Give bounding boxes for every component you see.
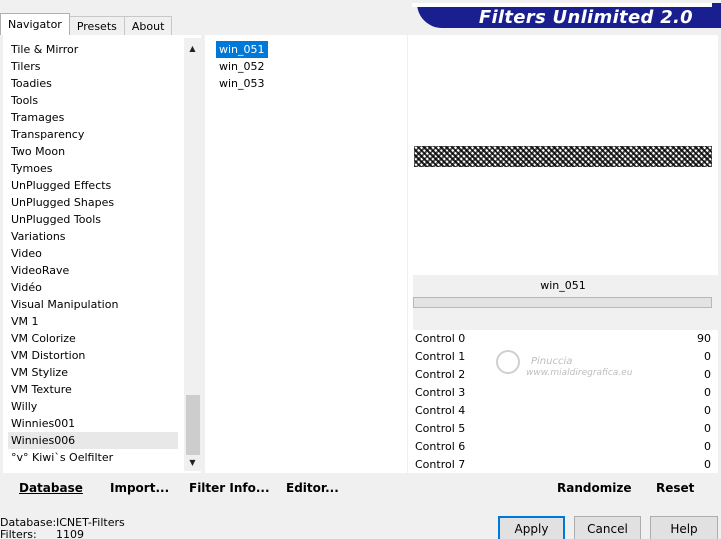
status-area: Database: ICNET-Filters Filters: 1109 [0, 517, 125, 539]
control-value[interactable]: 0 [704, 350, 711, 363]
filter-item[interactable]: win_051 [216, 41, 268, 58]
control-row[interactable]: Control 4 0 [413, 401, 713, 419]
category-item[interactable]: Tilers [8, 58, 178, 75]
filter-name-label: win_051 [540, 279, 586, 292]
control-value[interactable]: 0 [704, 458, 711, 471]
category-item[interactable]: Tramages [8, 109, 178, 126]
control-label: Control 1 [415, 349, 466, 363]
database-button-label: Database [19, 481, 83, 495]
filter-item[interactable]: win_053 [216, 75, 268, 92]
control-label: Control 4 [415, 403, 466, 417]
cancel-button[interactable]: Cancel [574, 516, 641, 539]
scroll-up-icon[interactable]: ▲ [184, 40, 201, 57]
category-item[interactable]: VM Texture [8, 381, 178, 398]
category-scrollbar[interactable]: ▲ ▼ [184, 38, 201, 471]
tab-bar: Navigator Presets About [0, 13, 173, 35]
category-item[interactable]: VM Stylize [8, 364, 178, 381]
control-label: Control 3 [415, 385, 466, 399]
tab-navigator[interactable]: Navigator [0, 13, 70, 35]
control-row[interactable]: Control 5 0 [413, 419, 713, 437]
control-value[interactable]: 0 [704, 386, 711, 399]
category-item[interactable]: Two Moon [8, 143, 178, 160]
import-button[interactable]: Import... [110, 481, 169, 495]
category-item[interactable]: Tools [8, 92, 178, 109]
filter-info-button[interactable]: Filter Info... [189, 481, 270, 495]
scroll-thumb[interactable] [186, 395, 200, 455]
filter-list: win_051 win_052 win_053 [216, 41, 268, 92]
category-item[interactable]: VideoRave [8, 262, 178, 279]
control-list: Control 0 90 Control 1 0 Control 2 0 Control 3… [413, 329, 713, 473]
category-item[interactable]: Willy [8, 398, 178, 415]
randomize-button[interactable]: Randomize [557, 481, 631, 495]
category-item[interactable]: VM Distortion [8, 347, 178, 364]
category-item[interactable]: UnPlugged Tools [8, 211, 178, 228]
category-item[interactable]: Transparency [8, 126, 178, 143]
control-label: Control 5 [415, 421, 466, 435]
category-item[interactable]: UnPlugged Shapes [8, 194, 178, 211]
category-item[interactable]: UnPlugged Effects [8, 177, 178, 194]
scroll-down-icon[interactable]: ▼ [184, 454, 201, 471]
title-banner: Filters Unlimited 2.0 [412, 3, 721, 28]
control-value[interactable]: 0 [704, 440, 711, 453]
control-label: Control 0 [415, 331, 466, 345]
control-label: Control 6 [415, 439, 466, 453]
tab-presets[interactable]: Presets [68, 16, 125, 35]
app-title: Filters Unlimited 2.0 [478, 7, 693, 28]
control-label: Control 2 [415, 367, 466, 381]
preview-panel: win_051 Control 0 90 Control 1 0 Control 20C… [408, 35, 718, 473]
category-item[interactable]: Winnies001 [8, 415, 178, 432]
control-row[interactable]: Control 6 0 [413, 437, 713, 455]
status-filters-value: 1109 [56, 528, 84, 539]
category-list: Tile & Mirror Tilers Toadies Tools Tramages T… [8, 41, 178, 466]
control-value[interactable]: 0 [704, 422, 711, 435]
reset-button[interactable]: Reset [656, 481, 694, 495]
help-button[interactable]: Help [650, 516, 718, 539]
category-item[interactable]: Winnies006 [8, 432, 178, 449]
category-item[interactable]: °v° Kiwi`s Oelfilter [8, 449, 178, 466]
control-row[interactable]: Control 3 0 [413, 383, 713, 401]
tab-about[interactable]: About [123, 16, 173, 35]
control-row[interactable]: Control 2 0 [413, 365, 713, 383]
status-filters-key: Filters: [0, 528, 37, 539]
control-row[interactable]: Control 0 90 [413, 329, 713, 347]
control-label: Control 7 [415, 457, 466, 471]
category-item[interactable]: Toadies [8, 75, 178, 92]
category-panel: Tile & Mirror Tilers Toadies Tools Tramages T… [3, 35, 201, 473]
apply-button[interactable]: Apply [498, 516, 565, 539]
filter-name-bar [413, 297, 712, 308]
category-item[interactable]: Visual Manipulation [8, 296, 178, 313]
control-row[interactable]: Control 1 0 [413, 347, 713, 365]
control-value[interactable]: 0 [704, 404, 711, 417]
editor-button[interactable]: Editor... [286, 481, 339, 495]
control-value[interactable]: 90 [697, 332, 711, 345]
filter-panel: win_051 win_052 win_053 [205, 35, 407, 473]
filter-preview-image [414, 146, 712, 167]
category-item[interactable]: Tile & Mirror [8, 41, 178, 58]
filter-item[interactable]: win_052 [216, 58, 268, 75]
action-bar: Database Import... Filter Info... Editor… [3, 477, 718, 501]
category-item[interactable]: Video [8, 245, 178, 262]
category-item[interactable]: Vidéo [8, 279, 178, 296]
database-button[interactable]: Database [19, 481, 83, 495]
category-item[interactable]: VM 1 [8, 313, 178, 330]
category-item[interactable]: Variations [8, 228, 178, 245]
category-item[interactable]: Tymoes [8, 160, 178, 177]
control-value[interactable]: 0 [704, 368, 711, 381]
filter-name-band: win_051 [413, 275, 718, 330]
control-row[interactable]: Control 7 0 [413, 455, 713, 473]
category-item[interactable]: VM Colorize [8, 330, 178, 347]
